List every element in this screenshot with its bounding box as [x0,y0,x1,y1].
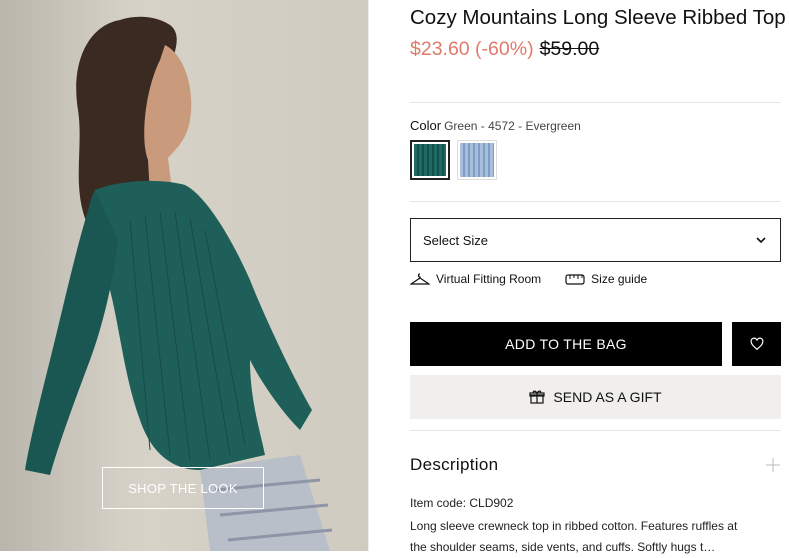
chevron-down-icon [756,237,766,244]
heart-icon [750,337,763,351]
divider [410,201,781,202]
price-row: $23.60 (-60%) $59.00 [410,38,599,61]
color-info: Color Green - 4572 - Evergreen [410,118,581,133]
plus-icon [766,458,780,472]
send-as-gift-label: SEND AS A GIFT [553,389,662,405]
swatch-light-blue[interactable] [457,140,497,180]
product-photo: SHOP THE LOOK [0,0,368,551]
swatch-evergreen[interactable] [410,140,450,180]
description-text: Long sleeve crewneck top in ribbed cotto… [410,519,738,554]
hanger-icon [410,273,430,285]
divider [410,102,781,103]
size-select-label: Select Size [423,232,489,248]
add-to-bag-button[interactable]: ADD TO THE BAG [410,322,722,366]
fit-links: Virtual Fitting Room Size guide [410,272,671,286]
size-guide-label: Size guide [591,272,648,286]
size-guide-link[interactable]: Size guide [565,272,647,286]
ruler-icon [565,274,585,285]
virtual-fitting-room-link[interactable]: Virtual Fitting Room [410,272,541,286]
product-title: Cozy Mountains Long Sleeve Ribbed Top [410,6,786,29]
size-select[interactable]: Select Size [410,218,781,262]
description-heading: Description [410,455,499,474]
original-price: $59.00 [539,38,600,60]
item-code: Item code: CLD902 [410,496,514,510]
sale-price: $23.60 (-60%) [410,38,534,60]
divider [410,430,781,431]
color-value: Green - 4572 - Evergreen [444,119,581,133]
gift-icon [529,390,546,404]
description-accordion[interactable]: Description [410,452,781,478]
panel-divider [368,0,369,551]
color-label: Color [410,118,442,133]
virtual-fitting-room-label: Virtual Fitting Room [436,272,542,286]
shop-the-look-button[interactable]: SHOP THE LOOK [102,467,264,509]
send-as-gift-button[interactable]: SEND AS A GIFT [410,375,781,419]
wishlist-button[interactable] [732,322,781,366]
